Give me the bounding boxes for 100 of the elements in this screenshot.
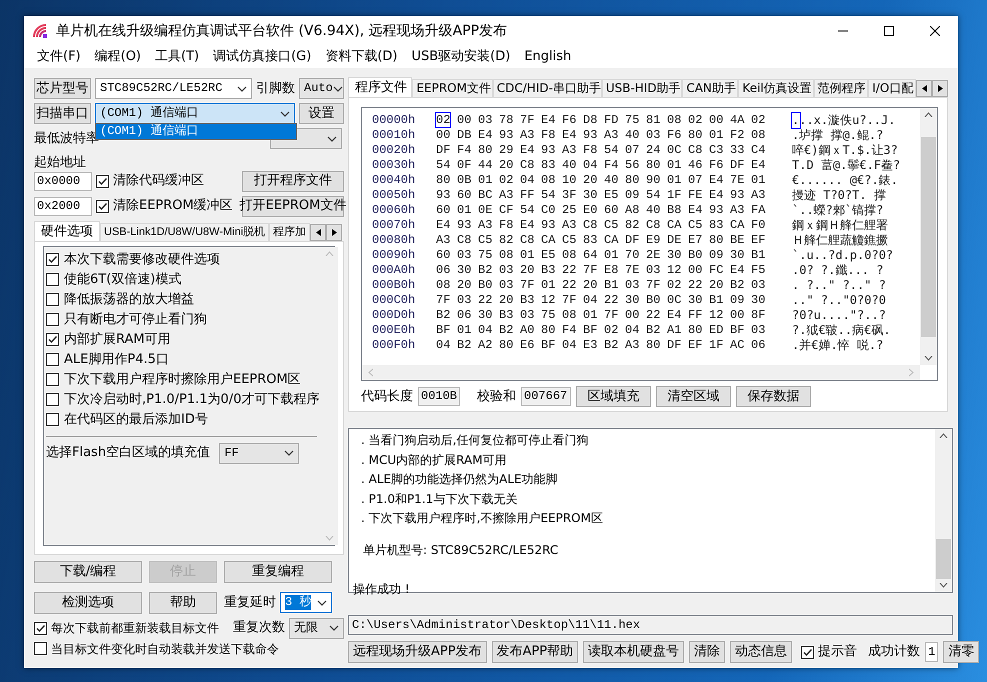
hex-byte[interactable]: 03	[499, 263, 514, 277]
hex-byte[interactable]: 08	[667, 113, 682, 127]
dropdown-option[interactable]: (COM1) 通信端口	[96, 124, 296, 139]
hex-byte[interactable]: 30	[583, 188, 598, 202]
hex-byte[interactable]: 22	[478, 293, 492, 307]
hex-byte[interactable]: BE	[730, 233, 744, 247]
fill-value-dropdown[interactable]: FF	[219, 442, 300, 464]
hex-byte[interactable]: 08	[562, 308, 576, 322]
chip-type-button[interactable]: 芯片型号	[34, 78, 91, 99]
hex-byte[interactable]: 08	[562, 248, 576, 262]
hex-byte[interactable]: D8	[583, 113, 598, 127]
hex-byte[interactable]: 54	[541, 188, 556, 202]
hex-byte[interactable]: 30	[730, 248, 744, 262]
hex-byte[interactable]: 00	[709, 113, 724, 127]
hex-byte[interactable]: 0B	[457, 173, 472, 187]
hex-byte[interactable]: 7F	[436, 293, 450, 307]
hex-byte[interactable]: 93	[730, 188, 744, 202]
hex-byte[interactable]: 80	[625, 173, 640, 187]
hex-byte[interactable]: EF	[751, 233, 766, 247]
hex-byte[interactable]: A3	[625, 338, 640, 352]
checksum-field[interactable]: 007667	[521, 387, 572, 406]
hex-byte[interactable]: 02	[667, 278, 682, 292]
hex-byte[interactable]: 03	[625, 278, 640, 292]
hex-byte[interactable]: C5	[688, 218, 702, 232]
hex-byte[interactable]: 02	[604, 323, 618, 337]
hex-byte[interactable]: 00	[625, 308, 640, 322]
hex-byte[interactable]: 06	[751, 338, 766, 352]
hex-byte[interactable]: A3	[730, 203, 744, 217]
hex-byte[interactable]: E4	[541, 113, 556, 127]
port-dropdown[interactable]: (COM1) 通信端口	[95, 103, 296, 124]
settings-button[interactable]: 设置	[299, 103, 344, 124]
hex-byte[interactable]: 03	[499, 278, 514, 292]
hex-byte[interactable]: 22	[688, 278, 702, 292]
hex-byte[interactable]: 06	[436, 263, 450, 277]
hex-byte[interactable]: 00	[688, 263, 702, 277]
hex-byte[interactable]: 03	[751, 323, 766, 337]
scan-port-button[interactable]: 扫描串口	[34, 103, 91, 124]
hex-byte[interactable]: E4	[562, 128, 576, 142]
hex-byte[interactable]: 03	[520, 308, 534, 322]
hex-byte[interactable]: F2	[730, 128, 744, 142]
hex-byte[interactable]: 4A	[730, 113, 744, 127]
checkbox[interactable]	[34, 642, 47, 656]
hex-byte[interactable]: 56	[625, 158, 640, 172]
hex-byte[interactable]: E4	[688, 203, 702, 217]
hex-byte[interactable]: 04	[583, 158, 598, 172]
hex-byte[interactable]: 01	[604, 248, 618, 262]
hex-byte[interactable]: C8	[688, 143, 702, 157]
hex-byte[interactable]: BF	[583, 323, 598, 337]
toolbar-button[interactable]: 读取本机硬盘号	[583, 641, 684, 663]
hex-byte[interactable]: 07	[625, 143, 640, 157]
hex-byte[interactable]: E5	[541, 248, 556, 262]
hex-byte[interactable]: BF	[436, 323, 450, 337]
hex-byte[interactable]: DB	[457, 128, 472, 142]
hex-byte[interactable]: 7F	[520, 113, 534, 127]
code-action-button[interactable]: 保存数据	[736, 386, 812, 407]
menu-item[interactable]: English	[517, 49, 578, 65]
hex-byte[interactable]: 8F	[751, 308, 766, 322]
open-file-button[interactable]: 打开EEPROM文件	[242, 196, 344, 217]
hex-byte[interactable]: F8	[541, 128, 556, 142]
hex-byte[interactable]: FA	[751, 203, 766, 217]
hex-byte[interactable]: 12	[709, 308, 724, 322]
hex-byte[interactable]: 01	[709, 128, 724, 142]
hex-byte[interactable]: 01	[583, 308, 598, 322]
hex-byte[interactable]: ED	[709, 323, 724, 337]
hex-byte[interactable]: F5	[751, 263, 766, 277]
hex-byte[interactable]: 7E	[625, 263, 640, 277]
tab[interactable]: 程序加	[269, 222, 310, 241]
hex-byte[interactable]: A3	[604, 128, 618, 142]
tab[interactable]: I/O口配	[868, 79, 916, 97]
hex-byte[interactable]: E4	[709, 173, 724, 187]
hex-byte[interactable]: 7E	[730, 173, 744, 187]
hex-byte[interactable]: 00	[457, 113, 472, 127]
success-count-field[interactable]: 1	[925, 642, 938, 662]
hex-byte[interactable]: 22	[562, 263, 576, 277]
hex-byte[interactable]: 03	[478, 113, 492, 127]
hex-byte[interactable]: 54	[646, 188, 660, 202]
hex-byte[interactable]: 40	[562, 158, 576, 172]
hex-byte[interactable]: 7F	[604, 308, 618, 322]
hex-byte[interactable]: E0	[583, 203, 598, 217]
hex-byte[interactable]: 54	[520, 203, 534, 217]
hex-byte[interactable]: 93	[541, 143, 556, 157]
hex-byte[interactable]: 01	[520, 248, 534, 262]
code-action-button[interactable]: 清空区域	[656, 386, 732, 407]
hex-byte[interactable]: DF	[730, 158, 744, 172]
hex-byte[interactable]: 12	[667, 263, 682, 277]
hex-byte[interactable]: 80	[709, 233, 724, 247]
hex-byte[interactable]: E9	[646, 233, 660, 247]
hex-byte[interactable]: 30	[688, 293, 702, 307]
action-button[interactable]: 重复编程	[224, 560, 332, 583]
hex-byte[interactable]: A3	[478, 218, 492, 232]
hex-byte[interactable]: 30	[751, 293, 766, 307]
hex-byte[interactable]: 24	[646, 143, 660, 157]
hex-byte[interactable]: 20	[583, 278, 598, 292]
checkbox[interactable]	[96, 174, 109, 188]
tab[interactable]: USB-Link1D/U8W/U8W-Mini脱机	[100, 222, 270, 241]
menu-item[interactable]: 资料下载(D)	[318, 49, 404, 65]
hex-byte[interactable]: 02	[499, 173, 514, 187]
hex-byte[interactable]: 82	[625, 218, 640, 232]
hex-byte[interactable]: E4	[709, 188, 724, 202]
hex-byte[interactable]: 09	[730, 293, 744, 307]
